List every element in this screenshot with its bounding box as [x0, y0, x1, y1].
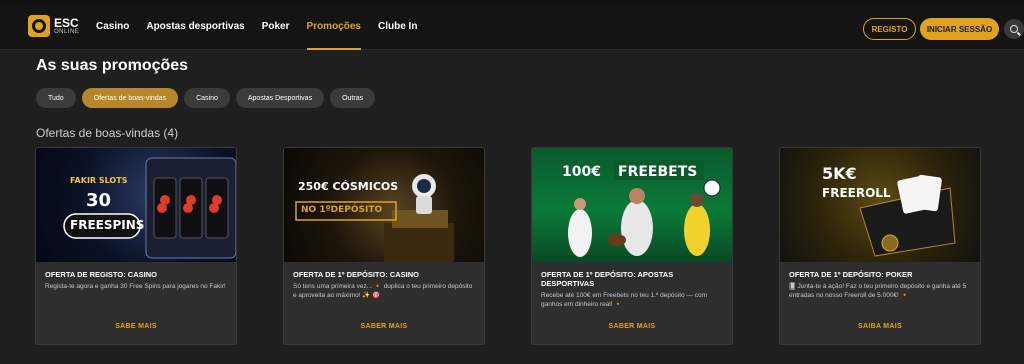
- filter-tudo[interactable]: Tudo: [36, 88, 76, 108]
- promo-card-desc: 🂠 Junta-te à ação! Faz o teu primeiro de…: [789, 283, 967, 299]
- nav-poker[interactable]: Poker: [262, 4, 290, 50]
- promo-card-cta[interactable]: SAIBA MAIS: [780, 323, 980, 330]
- promo-image-casino: FAKIR SLOTS 30 FREESPINS: [36, 148, 236, 262]
- search-icon: [1010, 25, 1018, 33]
- promo-image-headline: FREESPINS: [70, 218, 145, 232]
- logo-sub: ONLINE: [54, 29, 80, 35]
- promo-image-amount: 100€: [562, 164, 601, 180]
- logo-icon: [28, 15, 50, 37]
- register-button[interactable]: REGISTO: [863, 18, 916, 40]
- nav-promocoes[interactable]: Promoções: [306, 4, 362, 50]
- filter-outras[interactable]: Outras: [330, 88, 376, 108]
- site-header: ESC ONLINE Casino Apostas desportivas Po…: [0, 4, 1024, 50]
- promo-card-cta[interactable]: SABER MAIS: [532, 323, 732, 330]
- login-button[interactable]: INICIAR SESSÃO: [920, 18, 999, 40]
- promo-image-amount: 5K€: [822, 164, 857, 183]
- promo-image-subline: NO 1ºDEPÓSITO: [301, 205, 383, 215]
- promo-card[interactable]: FAKIR SLOTS 30 FREESPINS OFERTA DE REGIS…: [35, 147, 237, 345]
- promo-cards: FAKIR SLOTS 30 FREESPINS OFERTA DE REGIS…: [35, 147, 981, 345]
- promo-card-desc: Regista-te agora e ganha 30 Free Spins p…: [45, 283, 226, 290]
- promo-card-title: OFERTA DE 1º DEPÓSITO: CASINO: [293, 270, 419, 279]
- promo-card-title: OFERTA DE REGISTO: CASINO: [45, 270, 157, 279]
- promo-image-brand: FAKIR SLOTS: [70, 176, 128, 185]
- promo-image-freebets: 100€ FREEBETS: [532, 148, 732, 262]
- promo-card[interactable]: 5K€ FREEROLL OFERTA DE 1º DEPÓSITO: POKE…: [779, 147, 981, 345]
- filter-ofertas-boas-vindas[interactable]: Ofertas de boas-vindas: [81, 88, 179, 108]
- filter-casino[interactable]: Casino: [184, 88, 230, 108]
- promo-card[interactable]: 250€ CÓSMICOS NO 1ºDEPÓSITO OFERTA DE 1º…: [283, 147, 485, 345]
- search-button[interactable]: [1004, 19, 1024, 39]
- nav-apostas-desportivas[interactable]: Apostas desportivas: [146, 4, 244, 50]
- promo-image-headline: 250€ CÓSMICOS: [298, 180, 399, 193]
- promo-image-deposito: 250€ CÓSMICOS NO 1ºDEPÓSITO: [284, 148, 484, 262]
- nav-casino[interactable]: Casino: [96, 4, 129, 50]
- promo-card-cta[interactable]: SABER MAIS: [284, 323, 484, 330]
- promo-image-number: 30: [86, 190, 112, 211]
- promo-card-desc: Só tens uma primeira vez... 🔸 duplica o …: [293, 283, 473, 299]
- logo[interactable]: ESC ONLINE: [28, 15, 79, 37]
- promo-card[interactable]: 100€ FREEBETS OFERTA DE 1º DEPÓSITO: APO…: [531, 147, 733, 345]
- promo-card-title: OFERTA DE 1º DEPÓSITO: POKER: [789, 270, 913, 279]
- promo-card-title: OFERTA DE 1º DEPÓSITO: APOSTAS DESPORTIV…: [541, 270, 674, 288]
- filter-chips: Tudo Ofertas de boas-vindas Casino Apost…: [36, 88, 376, 108]
- promo-image-poker: 5K€ FREEROLL: [780, 148, 980, 262]
- promo-card-desc: Recebe até 100€ em Freebets no teu 1.º d…: [541, 292, 708, 308]
- promo-image-headline: FREEROLL: [822, 186, 891, 200]
- section-title: Ofertas de boas-vindas (4): [36, 126, 179, 140]
- slot-machine-illustration: [63, 157, 236, 259]
- nav-clube-in[interactable]: Clube In: [378, 4, 417, 50]
- page-title: As suas promoções: [36, 57, 189, 74]
- promo-card-cta[interactable]: SABE MAIS: [36, 323, 236, 330]
- main-nav: Casino Apostas desportivas Poker Promoçõ…: [96, 4, 417, 50]
- filter-apostas-desportivas[interactable]: Apostas Desportivas: [235, 88, 325, 108]
- logo-name: ESC: [54, 16, 79, 30]
- promo-image-headline: FREEBETS: [618, 164, 698, 180]
- poker-illustration: [859, 174, 956, 257]
